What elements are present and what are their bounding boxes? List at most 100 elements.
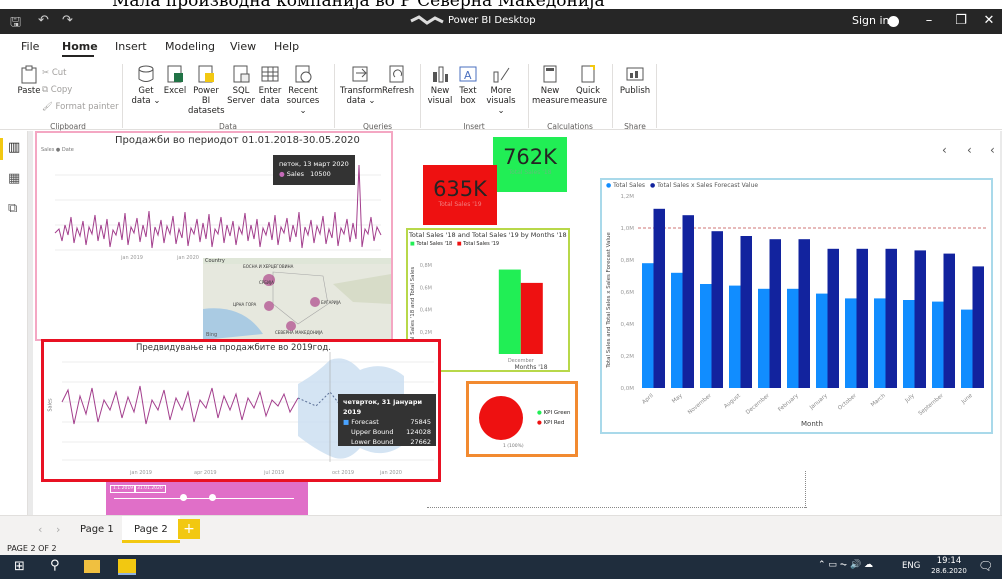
- slicer-handle-end[interactable]: [209, 494, 216, 501]
- refresh-button[interactable]: Refresh: [382, 64, 414, 96]
- report-page: Продажби во периодот 01.01.2018-30.05.20…: [33, 131, 1000, 515]
- sql-server-button[interactable]: SQL Server: [226, 64, 256, 106]
- tab-modeling[interactable]: Modeling: [165, 40, 215, 53]
- axis-tick: jan 2019: [121, 255, 143, 261]
- map-visual[interactable]: Country БОСНА И ХЕРЦЕГОВИНА СРБИЈА ЦРНА …: [203, 258, 391, 340]
- data-view-icon[interactable]: ▦: [8, 171, 20, 186]
- excel-icon: [167, 65, 183, 83]
- collapse-visualizations-icon[interactable]: ‹: [967, 143, 972, 157]
- bar-plot-area: 0,0M 0,2M 0,4M 0,6M 0,8M 1,0M 1,2M April May Nove…: [606, 194, 986, 428]
- next-page-icon[interactable]: ›: [56, 523, 60, 536]
- close-button[interactable]: ✕: [978, 11, 1000, 31]
- x-tick-label: December: [745, 392, 771, 415]
- tray-icons[interactable]: ⌃ ▭ ⏦ 🔊 ☁: [818, 560, 873, 570]
- page-tab[interactable]: Page 1: [68, 516, 126, 543]
- page-tab-active[interactable]: Page 2: [122, 516, 180, 543]
- transform-data-button[interactable]: Transform data ⌄: [340, 64, 382, 106]
- slicer-to-input[interactable]: 31.01.2020: [134, 485, 166, 493]
- restore-button[interactable]: ❐: [950, 11, 972, 31]
- calculations-group-label: Calculations: [547, 122, 593, 131]
- enter-data-button[interactable]: Enter data: [256, 64, 284, 106]
- copy-button[interactable]: ⧉ Copy: [42, 85, 72, 95]
- x-tick-label: February: [777, 392, 800, 413]
- group-separator: [122, 64, 123, 128]
- text-box-button[interactable]: A Text box: [456, 64, 480, 106]
- card-total-sales-18[interactable]: 762K Total Sales '18: [493, 137, 567, 192]
- file-explorer-icon[interactable]: [84, 560, 100, 573]
- publish-button[interactable]: Publish: [618, 64, 652, 96]
- refresh-icon: [389, 65, 404, 83]
- map-label: СРБИЈА: [259, 280, 274, 285]
- axis-tick: jan 2020: [380, 470, 402, 476]
- report-view-icon[interactable]: ▥: [8, 140, 20, 155]
- windows-start-icon[interactable]: ⊞: [14, 559, 25, 574]
- minimize-button[interactable]: –: [918, 11, 940, 31]
- bar: [700, 284, 712, 388]
- prev-page-icon[interactable]: ‹: [38, 523, 42, 536]
- language-indicator[interactable]: ENG: [902, 561, 920, 571]
- sql-server-icon: [233, 65, 250, 83]
- tab-file[interactable]: File: [21, 40, 39, 53]
- new-measure-button[interactable]: New measure: [532, 64, 569, 106]
- undo-icon[interactable]: ↶: [38, 13, 49, 28]
- tab-help[interactable]: Help: [274, 40, 299, 53]
- kpi-pie-visual[interactable]: ● KPI Green ● KPI Red 1 (100%): [466, 381, 578, 457]
- save-icon[interactable]: 🖫: [10, 13, 21, 35]
- x-tick-label: January: [808, 392, 829, 411]
- bar: [845, 298, 857, 388]
- slicer-from-input[interactable]: 1.1.2019: [110, 485, 137, 493]
- visual-title: Продажби во периодот 01.01.2018-30.05.20…: [115, 135, 360, 146]
- bar: [798, 239, 810, 388]
- axis-tick: jan 2019: [130, 470, 152, 476]
- notifications-icon[interactable]: 🗨: [978, 559, 993, 573]
- group-separator: [528, 64, 529, 128]
- bar: [740, 236, 752, 388]
- bar: [903, 300, 915, 388]
- collapse-filters-icon[interactable]: ‹: [942, 143, 947, 157]
- bar: [758, 288, 770, 388]
- redo-icon[interactable]: ↷: [62, 13, 73, 28]
- bing-logo: Bing: [206, 332, 218, 338]
- windows-taskbar: ⊞ ⚲ ⌃ ▭ ⏦ 🔊 ☁ ENG 19:14 28.6.2020 🗨: [0, 555, 1002, 579]
- x-tick-label: November: [687, 392, 713, 415]
- new-visual-button[interactable]: New visual: [426, 64, 454, 106]
- avatar[interactable]: [888, 16, 899, 27]
- quick-measure-icon: [581, 65, 595, 83]
- tab-view[interactable]: View: [230, 40, 256, 53]
- excel-button[interactable]: Excel: [161, 64, 189, 96]
- get-data-button[interactable]: Get data ⌄: [129, 64, 163, 106]
- bar: [856, 248, 868, 388]
- title-bar: 🖫 ↶ ↷ Power BI Desktop Sign in – ❐ ✕: [0, 9, 1002, 34]
- cut-button[interactable]: ✂ Cut: [42, 68, 66, 78]
- total-sales-forecast-chart[interactable]: ● Total Sales ● Total Sales x Sales Fore…: [600, 178, 993, 434]
- database-icon: [138, 65, 154, 82]
- bar: [961, 309, 973, 388]
- quick-measure-button[interactable]: Quick measure: [570, 64, 607, 106]
- powerbi-datasets-button[interactable]: Power BI datasets: [188, 64, 225, 116]
- model-view-icon[interactable]: ⧉: [8, 201, 17, 216]
- sign-in-link[interactable]: Sign in: [852, 14, 890, 27]
- slicer-handle-start[interactable]: [180, 494, 187, 501]
- add-page-button[interactable]: +: [178, 519, 200, 539]
- paste-button[interactable]: Paste: [14, 64, 44, 96]
- group-separator: [420, 64, 421, 128]
- powerbi-taskbar-icon[interactable]: [118, 559, 136, 575]
- recent-sources-button[interactable]: Recent sources ⌄: [284, 64, 322, 116]
- axis-tick: jul 2019: [264, 470, 285, 476]
- collapse-fields-icon[interactable]: ‹: [990, 143, 995, 157]
- more-visuals-button[interactable]: More visuals ⌄: [482, 64, 520, 116]
- format-painter-button[interactable]: 🖌 Format painter: [42, 102, 119, 112]
- clock-date[interactable]: 28.6.2020: [930, 567, 968, 575]
- y-tick-label: 0,8M: [621, 258, 635, 264]
- tab-insert[interactable]: Insert: [115, 40, 147, 53]
- forecast-line-visual[interactable]: Предвидување на продажбите во 2019год. S…: [41, 339, 441, 482]
- bar: [711, 231, 723, 388]
- sales-line-visual[interactable]: Продажби во периодот 01.01.2018-30.05.20…: [35, 131, 393, 341]
- empty-visual-placeholder[interactable]: [427, 507, 807, 508]
- clock-time[interactable]: 19:14: [934, 556, 964, 566]
- caption: Мала производна компанија во Р Северна М…: [0, 0, 1002, 9]
- date-slicer[interactable]: 1.1.2019 31.01.2020: [106, 482, 308, 515]
- search-icon[interactable]: ⚲: [50, 558, 60, 573]
- card-total-sales-19[interactable]: 635K Total Sales '19: [423, 165, 497, 225]
- tab-home[interactable]: Home: [62, 40, 98, 53]
